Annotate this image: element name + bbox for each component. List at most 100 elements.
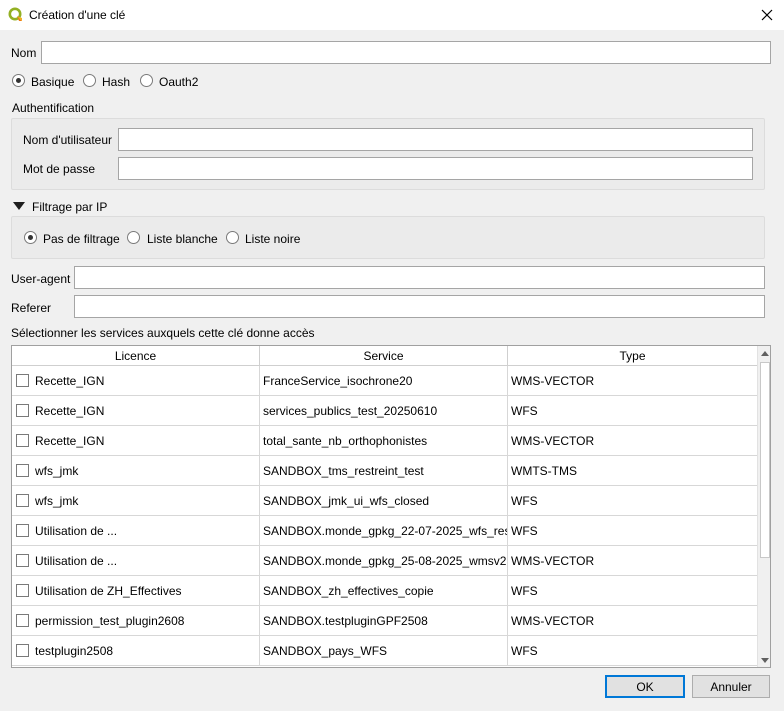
- licence-text: wfs_jmk: [35, 494, 79, 508]
- radio-no-filter[interactable]: [24, 231, 37, 244]
- column-header-type[interactable]: Type: [508, 346, 757, 366]
- title-bar: Création d'une clé: [0, 0, 784, 30]
- type-cell: WFS: [511, 584, 538, 598]
- column-header-licence[interactable]: Licence: [12, 346, 260, 366]
- table-row[interactable]: Recette_IGN FranceService_isochrone20 WMS-…: [12, 366, 757, 396]
- cancel-button[interactable]: Annuler: [692, 675, 770, 698]
- type-cell: WFS: [511, 404, 538, 418]
- scrollbar-thumb[interactable]: [760, 362, 770, 558]
- service-cell: SANDBOX_zh_effectives_copie: [260, 576, 508, 606]
- radio-blacklist-label[interactable]: Liste noire: [245, 232, 300, 246]
- service-cell: SANDBOX_pays_WFS: [260, 636, 508, 666]
- radio-whitelist[interactable]: [127, 231, 140, 244]
- type-cell: WMS-VECTOR: [511, 374, 595, 388]
- radio-oauth2-label[interactable]: Oauth2: [159, 75, 198, 89]
- ip-filter-title[interactable]: Filtrage par IP: [32, 200, 107, 214]
- password-label: Mot de passe: [23, 162, 96, 176]
- type-cell: WFS: [511, 644, 538, 658]
- window-title: Création d'une clé: [29, 8, 126, 22]
- table-row[interactable]: Utilisation de ... SANDBOX.monde_gpkg_25-…: [12, 546, 757, 576]
- type-cell: WMS-VECTOR: [511, 434, 595, 448]
- licence-text: Utilisation de ...: [35, 554, 118, 568]
- type-cell: WMS-VECTOR: [511, 614, 595, 628]
- service-cell: SANDBOX_tms_restreint_test: [260, 456, 508, 486]
- licence-text: wfs_jmk: [35, 464, 79, 478]
- licence-cell: Recette_IGN: [12, 396, 260, 426]
- radio-blacklist[interactable]: [226, 231, 239, 244]
- licence-text: Utilisation de ...: [35, 524, 118, 538]
- licence-text: Utilisation de ZH_Effectives: [35, 584, 182, 598]
- table-row[interactable]: Utilisation de ZH_Effectives SANDBOX_zh_e…: [12, 576, 757, 606]
- radio-basique-label[interactable]: Basique: [31, 75, 74, 89]
- table-row[interactable]: wfs_jmk SANDBOX_jmk_ui_wfs_closed WFS: [12, 486, 757, 516]
- qgis-logo-icon: [8, 7, 24, 23]
- table-row[interactable]: Recette_IGN services_publics_test_2025061…: [12, 396, 757, 426]
- row-checkbox[interactable]: [16, 404, 29, 417]
- type-cell: WMTS-TMS: [511, 464, 577, 478]
- radio-oauth2[interactable]: [140, 74, 153, 87]
- password-input[interactable]: [118, 157, 753, 180]
- licence-cell: permission_test_plugin2608: [12, 606, 260, 636]
- row-checkbox[interactable]: [16, 374, 29, 387]
- services-table: Licence Service Type Recette_IGN FranceSe…: [11, 345, 771, 668]
- name-input[interactable]: [41, 41, 771, 64]
- scroll-up-icon[interactable]: [758, 346, 770, 360]
- service-cell: SANDBOX_jmk_ui_wfs_closed: [260, 486, 508, 516]
- table-row[interactable]: Recette_IGN total_sante_nb_orthophonistes…: [12, 426, 757, 456]
- radio-basique[interactable]: [12, 74, 25, 87]
- licence-text: testplugin2508: [35, 644, 114, 658]
- ok-button[interactable]: OK: [605, 675, 685, 698]
- licence-cell: wfs_jmk: [12, 486, 260, 516]
- scroll-down-icon[interactable]: [758, 653, 770, 667]
- table-body: Recette_IGN FranceService_isochrone20 WMS-…: [12, 366, 757, 666]
- name-label: Nom: [11, 46, 37, 60]
- radio-hash[interactable]: [83, 74, 96, 87]
- service-cell: total_sante_nb_orthophonistes: [260, 426, 508, 456]
- username-label: Nom d'utilisateur: [23, 133, 112, 147]
- row-checkbox[interactable]: [16, 524, 29, 537]
- row-checkbox[interactable]: [16, 464, 29, 477]
- vertical-scrollbar[interactable]: [757, 346, 770, 667]
- radio-hash-label[interactable]: Hash: [102, 75, 130, 89]
- row-checkbox[interactable]: [16, 584, 29, 597]
- referer-label: Referer: [11, 301, 52, 315]
- user-agent-label: User-agent: [11, 272, 71, 286]
- licence-cell: Recette_IGN: [12, 426, 260, 456]
- radio-no-filter-label[interactable]: Pas de filtrage: [43, 232, 120, 246]
- auth-section-title: Authentification: [12, 101, 95, 115]
- row-checkbox[interactable]: [16, 644, 29, 657]
- close-icon[interactable]: [750, 0, 784, 30]
- table-row[interactable]: testplugin2508 SANDBOX_pays_WFS WFS: [12, 636, 757, 666]
- collapse-arrow-icon[interactable]: [13, 202, 25, 210]
- service-cell: services_publics_test_20250610: [260, 396, 508, 426]
- service-cell: SANDBOX.testpluginGPF2508: [260, 606, 508, 636]
- services-prompt: Sélectionner les services auxquels cette…: [11, 326, 315, 340]
- licence-text: Recette_IGN: [35, 434, 105, 448]
- licence-text: Recette_IGN: [35, 404, 105, 418]
- username-input[interactable]: [118, 128, 753, 151]
- licence-cell: wfs_jmk: [12, 456, 260, 486]
- licence-text: Recette_IGN: [35, 374, 105, 388]
- user-agent-input[interactable]: [74, 266, 765, 289]
- licence-cell: Utilisation de ...: [12, 546, 260, 576]
- column-header-service[interactable]: Service: [260, 346, 508, 366]
- licence-text: permission_test_plugin2608: [35, 614, 185, 628]
- table-row[interactable]: permission_test_plugin2608 SANDBOX.testpl…: [12, 606, 757, 636]
- row-checkbox[interactable]: [16, 554, 29, 567]
- licence-cell: Utilisation de ZH_Effectives: [12, 576, 260, 606]
- licence-cell: testplugin2508: [12, 636, 260, 666]
- table-row[interactable]: Utilisation de ... SANDBOX.monde_gpkg_22-…: [12, 516, 757, 546]
- referer-input[interactable]: [74, 295, 765, 318]
- radio-whitelist-label[interactable]: Liste blanche: [147, 232, 218, 246]
- row-checkbox[interactable]: [16, 494, 29, 507]
- table-row[interactable]: wfs_jmk SANDBOX_tms_restreint_test WMTS-TM…: [12, 456, 757, 486]
- row-checkbox[interactable]: [16, 434, 29, 447]
- table-header: Licence Service Type: [12, 346, 757, 366]
- service-cell: FranceService_isochrone20: [260, 366, 508, 396]
- licence-cell: Recette_IGN: [12, 366, 260, 396]
- service-cell: SANDBOX.monde_gpkg_25-08-2025_wmsv2: [260, 546, 508, 576]
- type-cell: WMS-VECTOR: [511, 554, 595, 568]
- licence-cell: Utilisation de ...: [12, 516, 260, 546]
- row-checkbox[interactable]: [16, 614, 29, 627]
- type-cell: WFS: [511, 494, 538, 508]
